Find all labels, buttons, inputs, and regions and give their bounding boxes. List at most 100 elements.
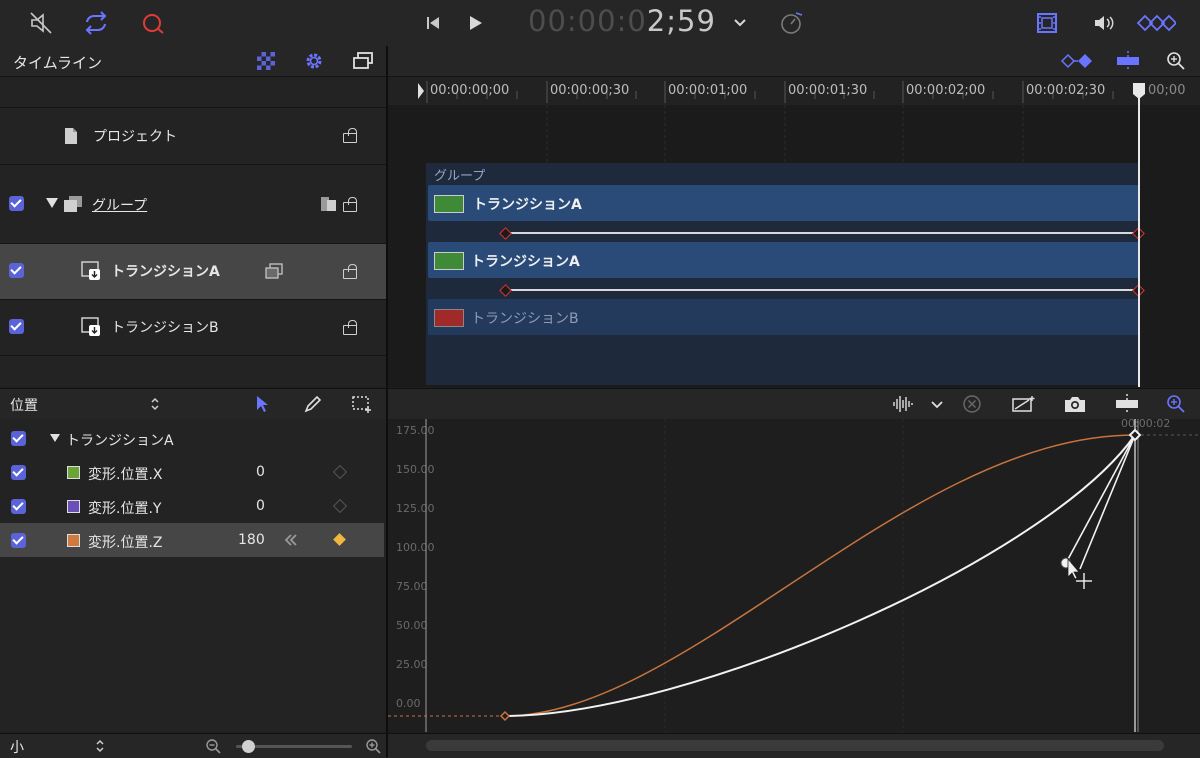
layer-checkbox[interactable] [9,319,24,334]
previous-keyframe-icon[interactable] [282,531,300,549]
clip-thumbnail [434,252,464,270]
lock-icon[interactable] [343,320,357,335]
speaker-icon[interactable] [1090,10,1116,36]
zoom-in-icon[interactable] [364,737,382,755]
layer-checkbox[interactable] [9,263,24,278]
clear-icon[interactable] [961,393,983,415]
updown-chevron-icon[interactable] [94,737,106,755]
keyframe-toggle[interactable] [333,533,346,546]
skip-back-icon[interactable] [422,12,444,34]
keyframes-icon[interactable] [1136,10,1176,36]
updown-chevron-icon[interactable] [148,394,162,414]
horizontal-scrollbar[interactable] [388,733,1200,758]
composite-icon[interactable] [319,196,339,212]
loop-icon[interactable] [82,10,110,36]
clip-bar[interactable]: トランジションB [428,299,1139,335]
parameter-group-row[interactable]: トランジションA [0,421,384,455]
timing-icon[interactable] [778,9,806,37]
graph-keyframe-start [499,710,511,722]
clip-bar[interactable]: トランジションA [428,185,1139,221]
bezier-handle-line [1065,434,1136,564]
zoom-icon[interactable] [1164,50,1188,72]
snap-icon[interactable] [1112,393,1142,415]
keyframe-graph[interactable]: 175.00 150.00 125.00 100.00 75.00 50.00 … [388,417,1200,732]
layers-header: タイムライン [0,46,386,77]
parameter-value[interactable]: 180 [238,532,265,548]
layers-list: プロジェクト グループ トランジションA トランジションB [0,77,386,387]
clip-label: トランジションB [471,311,579,327]
parameter-selector[interactable]: 位置 [10,395,38,415]
tick-label: 00:00:00;00 [430,83,510,98]
divider [0,355,386,357]
layer-row-transition-a[interactable]: トランジションA [0,243,386,299]
gear-icon[interactable] [303,50,325,72]
parameter-row-y[interactable]: 変形.位置.Y 0 [0,489,384,523]
scrollbar-thumb[interactable] [426,740,1164,751]
zoom-icon[interactable] [1164,393,1188,415]
filmstrip-icon[interactable] [1034,10,1060,36]
parameter-checkbox[interactable] [11,499,26,514]
snap-icon[interactable] [1114,50,1142,72]
layer-row-project[interactable]: プロジェクト [0,107,386,164]
color-swatch [67,466,80,479]
layer-label: プロジェクト [93,129,177,145]
clone-icon[interactable] [264,262,284,280]
lock-icon[interactable] [343,128,357,143]
playhead-handle[interactable] [1131,81,1147,101]
layer-checkbox[interactable] [9,196,24,211]
lock-icon[interactable] [343,264,357,279]
keyframe-nav-icon[interactable] [1060,51,1094,71]
arrow-tool-icon[interactable] [252,394,272,414]
parameter-row-z[interactable]: 変形.位置.Z 180 [0,523,384,557]
zoom-out-icon[interactable] [204,737,222,755]
layer-label: トランジションA [111,264,220,280]
layers-icon[interactable] [351,50,375,72]
layer-row-transition-b[interactable]: トランジションB [0,299,386,355]
time-ruler[interactable]: 00:00:00;00 00:00:00;30 00:00:01;00 00:0… [388,77,1200,105]
marquee-select-icon[interactable] [350,394,374,414]
tick-label: 00:00:00;30 [550,83,630,98]
parameter-label: 変形.位置.Z [88,535,163,551]
parameter-label: 変形.位置.X [88,467,163,483]
mute-icon[interactable] [28,10,54,36]
timeline-area[interactable]: 00:00:00;00 00:00:00;30 00:00:01;00 00:0… [388,77,1200,387]
camera-icon[interactable] [1061,393,1089,415]
keyframe-toggle[interactable] [332,464,348,480]
record-icon[interactable] [140,10,168,36]
graph-toolbar [388,388,1200,420]
keyframe-line [506,289,1139,291]
play-icon[interactable] [464,12,486,34]
transition-icon [80,316,102,338]
disclosure-triangle-icon[interactable] [44,195,60,211]
pen-tool-icon[interactable] [302,394,324,414]
fit-curve-icon[interactable] [1009,393,1037,415]
playhead[interactable] [1138,85,1140,387]
size-selector[interactable]: 小 [10,737,24,757]
parameter-row-x[interactable]: 変形.位置.X 0 [0,455,384,489]
timecode[interactable]: 00:00:02;59 [528,4,716,38]
zoom-slider-knob[interactable] [241,740,255,753]
clip-label: トランジションA [471,254,580,270]
document-icon [63,126,79,146]
parameter-checkbox[interactable] [11,533,26,548]
parameter-checkbox[interactable] [11,431,26,446]
chevron-down-icon[interactable] [928,397,946,413]
parameter-value[interactable]: 0 [256,464,265,480]
lock-icon[interactable] [343,197,357,212]
checkerboard-icon[interactable] [256,51,276,71]
layer-row-group[interactable]: グループ [0,164,386,243]
parameter-value[interactable]: 0 [256,498,265,514]
clip-label: トランジションA [473,197,582,213]
parameter-list: トランジションA 変形.位置.X 0 変形.位置.Y 0 変形.位置.Z 180 [0,419,386,732]
layer-label: トランジションB [111,320,219,336]
keyframe-line [506,232,1139,234]
clip-bar[interactable]: トランジションA [428,242,1139,278]
keyframe-toggle[interactable] [332,498,348,514]
waveform-icon[interactable] [890,393,918,415]
graph-canvas [388,419,1200,732]
disclosure-triangle-icon[interactable] [48,432,62,444]
cursor-pointer [1067,557,1080,580]
color-swatch [67,500,80,513]
chevron-down-icon[interactable] [730,14,750,32]
parameter-checkbox[interactable] [11,465,26,480]
